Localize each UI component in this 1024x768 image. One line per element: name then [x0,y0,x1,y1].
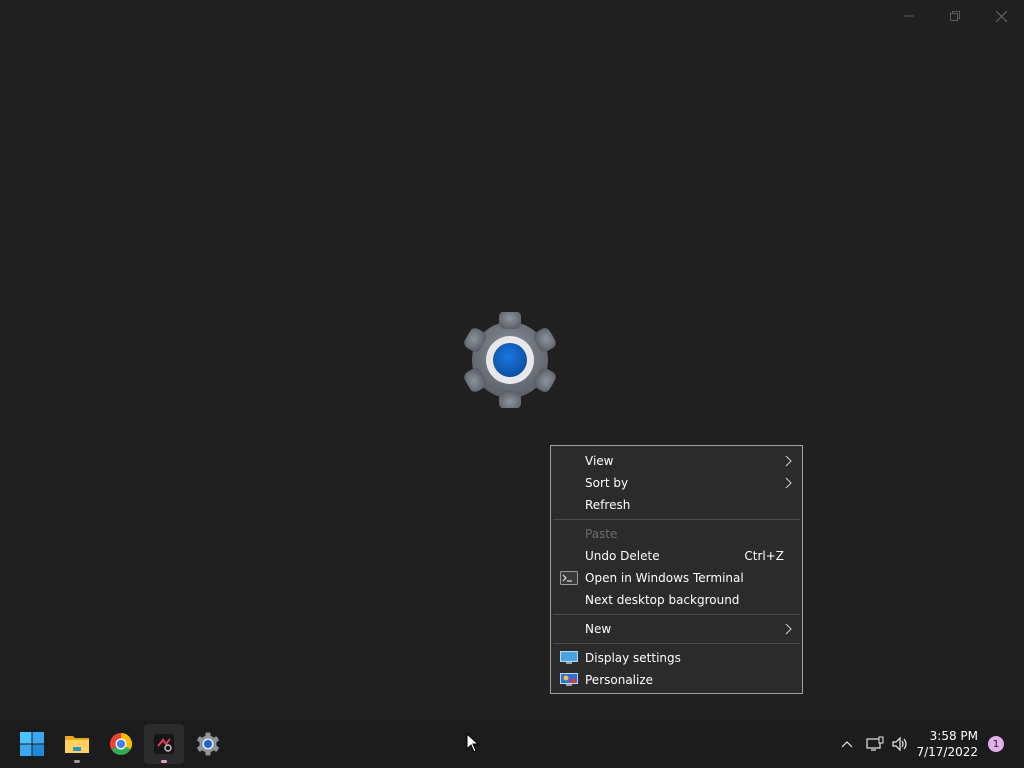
menu-item-label: Next desktop background [585,593,740,607]
minimize-icon [904,15,914,17]
terminal-icon [560,571,578,585]
menu-item-refresh[interactable]: Refresh [551,494,802,516]
start-button[interactable] [12,724,52,764]
gear-icon [197,732,219,756]
menu-separator [553,519,800,520]
taskbar-clock[interactable]: 3:58 PM 7/17/2022 [916,728,978,760]
window-controls [886,0,1024,32]
menu-item-label: View [585,454,614,468]
menu-item-display-settings[interactable]: Display settings [551,647,802,669]
chevron-right-icon [785,623,792,635]
menu-item-label: Refresh [585,498,631,512]
menu-item-label: New [585,622,612,636]
close-button[interactable] [978,0,1024,32]
notification-badge[interactable]: 1 [988,736,1004,752]
clock-time: 3:58 PM [929,729,978,743]
taskbar-file-explorer[interactable] [57,724,97,764]
menu-item-view[interactable]: View [551,450,802,472]
chrome-icon [109,733,133,756]
menu-separator [553,614,800,615]
desktop-context-menu: View Sort by Refresh Paste Undo Delete C… [550,445,803,694]
menu-separator [553,643,800,644]
volume-icon [892,736,907,752]
menu-item-label: Paste [585,527,618,541]
menu-item-new[interactable]: New [551,618,802,640]
taskbar-active-app[interactable] [144,724,184,764]
menu-item-sort-by[interactable]: Sort by [551,472,802,494]
tray-volume[interactable] [889,720,911,768]
chevron-right-icon [785,477,792,489]
close-icon [995,10,1007,22]
menu-item-label: Personalize [585,673,654,687]
menu-item-next-desktop-background[interactable]: Next desktop background [551,589,802,611]
windows-start-icon [20,732,44,756]
menu-item-paste[interactable]: Paste [551,523,802,545]
settings-splash-icon [458,311,562,409]
tray-network[interactable] [864,720,886,768]
menu-item-undo-delete[interactable]: Undo Delete Ctrl+Z [551,545,802,567]
tray-overflow-button[interactable] [836,720,858,768]
menu-item-shortcut: Ctrl+Z [744,549,784,563]
menu-item-personalize[interactable]: Personalize [551,669,802,691]
minimize-button[interactable] [886,0,932,32]
menu-item-open-in-terminal[interactable]: Open in Windows Terminal [551,567,802,589]
taskbar: 3:58 PM 7/17/2022 1 [0,720,1024,768]
restore-icon [950,11,960,21]
restore-button[interactable] [932,0,978,32]
menu-item-label: Display settings [585,651,681,665]
folder-icon [65,736,89,753]
clock-date: 7/17/2022 [916,745,978,759]
personalize-icon [560,673,578,686]
taskbar-chrome[interactable] [101,724,141,764]
menu-item-label: Undo Delete [585,549,660,563]
chevron-right-icon [785,455,792,467]
taskbar-settings[interactable] [188,724,228,764]
menu-item-label: Sort by [585,476,629,490]
menu-item-label: Open in Windows Terminal [585,571,744,585]
chevron-up-icon [841,741,853,748]
running-indicator [74,760,80,763]
mouse-cursor-icon [466,733,480,753]
settings-gear-icon [464,311,556,409]
network-icon [866,736,884,751]
running-indicator [161,760,167,763]
app-icon [154,734,174,754]
display-icon [560,651,578,664]
